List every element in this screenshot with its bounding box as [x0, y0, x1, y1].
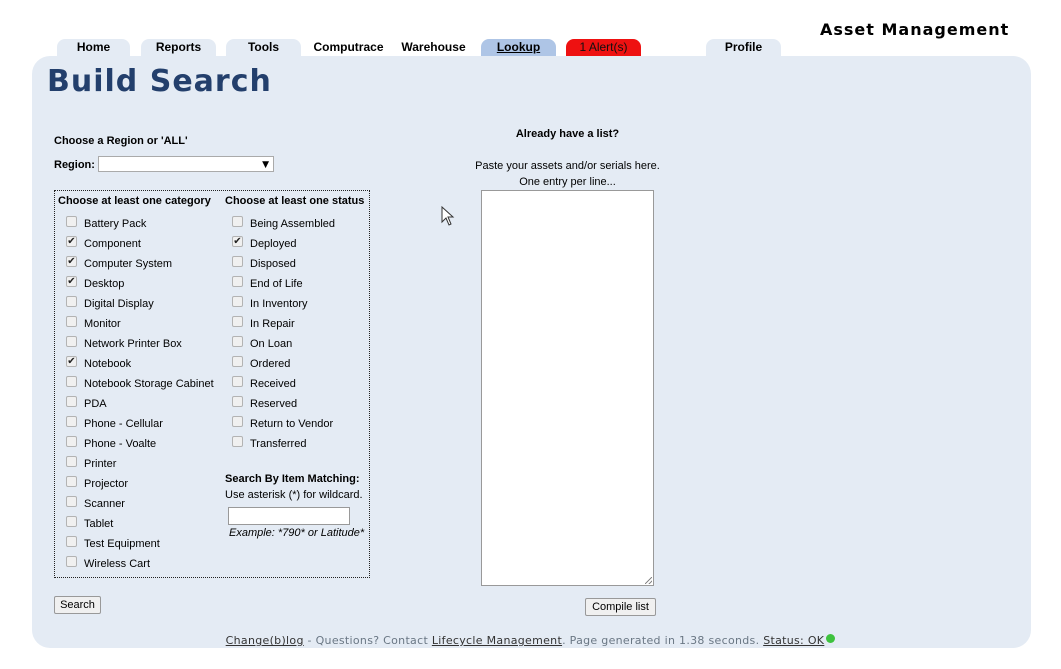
- category-label: Network Printer Box: [84, 338, 182, 350]
- category-label: Desktop: [84, 278, 125, 290]
- checkbox-unchecked-icon[interactable]: [66, 316, 77, 327]
- checkbox-unchecked-icon[interactable]: [66, 436, 77, 447]
- search-button[interactable]: Search: [54, 596, 101, 614]
- category-label: Monitor: [84, 318, 121, 330]
- checkbox-unchecked-icon[interactable]: [232, 256, 243, 267]
- page-title: Build Search: [47, 64, 272, 99]
- compile-list-button[interactable]: Compile list: [585, 598, 656, 616]
- status-label: In Inventory: [250, 298, 308, 310]
- contact-link[interactable]: Lifecycle Management: [432, 634, 562, 647]
- category-label: PDA: [84, 398, 107, 410]
- changelog-link[interactable]: Change(b)log: [226, 634, 304, 647]
- checkbox-checked-icon[interactable]: ✔: [232, 236, 243, 247]
- category-label: Phone - Voalte: [84, 438, 157, 450]
- status-label: End of Life: [250, 278, 303, 290]
- tab-alerts[interactable]: 1 Alert(s): [566, 39, 641, 56]
- checkbox-unchecked-icon[interactable]: [66, 336, 77, 347]
- category-label: Projector: [84, 478, 129, 490]
- tab-profile[interactable]: Profile: [706, 39, 781, 56]
- status-label: Received: [250, 378, 296, 390]
- checkbox-unchecked-icon[interactable]: [232, 436, 243, 447]
- checkbox-unchecked-icon[interactable]: [232, 316, 243, 327]
- mouse-cursor-icon: [441, 206, 455, 226]
- category-label: Printer: [84, 458, 117, 470]
- status-label: Disposed: [250, 258, 296, 270]
- checkbox-unchecked-icon[interactable]: [232, 276, 243, 287]
- tab-lookup[interactable]: Lookup: [481, 39, 556, 56]
- category-label: Wireless Cart: [84, 558, 151, 570]
- resize-handle-icon[interactable]: [645, 577, 652, 584]
- category-label: Tablet: [84, 518, 114, 530]
- checkbox-unchecked-icon[interactable]: [232, 296, 243, 307]
- status-label: Ordered: [250, 358, 291, 370]
- category-label: Battery Pack: [84, 218, 147, 230]
- checkbox-unchecked-icon[interactable]: [66, 216, 77, 227]
- checkbox-unchecked-icon[interactable]: [232, 376, 243, 387]
- region-label: Region:: [54, 159, 95, 171]
- region-prompt: Choose a Region or 'ALL': [54, 135, 188, 147]
- status-label: Transferred: [250, 438, 307, 450]
- footer-generated-text: . Page generated in 1.38 seconds.: [562, 634, 764, 647]
- tab-warehouse[interactable]: Warehouse: [396, 39, 471, 56]
- list-heading: Already have a list?: [515, 128, 620, 140]
- tab-tools[interactable]: Tools: [226, 39, 301, 56]
- status-ok-icon: [826, 634, 836, 643]
- checkbox-checked-icon[interactable]: ✔: [66, 256, 77, 267]
- checkbox-unchecked-icon[interactable]: [66, 556, 77, 567]
- asset-list-textarea[interactable]: [481, 190, 654, 586]
- category-label: Notebook Storage Cabinet: [84, 378, 214, 390]
- status-label: Being Assembled: [250, 218, 335, 230]
- checkbox-unchecked-icon[interactable]: [66, 416, 77, 427]
- category-label: Phone - Cellular: [84, 418, 163, 430]
- status-label: On Loan: [250, 338, 293, 350]
- status-heading: Choose at least one status: [225, 195, 365, 207]
- checkbox-unchecked-icon[interactable]: [66, 496, 77, 507]
- checkbox-unchecked-icon[interactable]: [232, 356, 243, 367]
- item-match-heading: Search By Item Matching:: [225, 473, 360, 485]
- category-label: Digital Display: [84, 298, 154, 310]
- status-label: Deployed: [250, 238, 297, 250]
- checkbox-unchecked-icon[interactable]: [66, 296, 77, 307]
- checkbox-unchecked-icon[interactable]: [66, 396, 77, 407]
- checkbox-checked-icon[interactable]: ✔: [66, 276, 77, 287]
- region-select[interactable]: ▼: [98, 156, 274, 172]
- checkbox-unchecked-icon[interactable]: [66, 536, 77, 547]
- status-link[interactable]: Status: OK: [763, 634, 824, 647]
- status-label: Reserved: [250, 398, 298, 410]
- tab-reports[interactable]: Reports: [141, 39, 216, 56]
- list-instructions-1: Paste your assets and/or serials here.: [475, 160, 660, 172]
- tab-computrace[interactable]: Computrace: [311, 39, 386, 56]
- checkbox-unchecked-icon[interactable]: [232, 396, 243, 407]
- checkbox-unchecked-icon[interactable]: [232, 336, 243, 347]
- checkbox-unchecked-icon[interactable]: [66, 476, 77, 487]
- category-label: Notebook: [84, 358, 132, 370]
- category-label: Test Equipment: [84, 538, 160, 550]
- checkbox-unchecked-icon[interactable]: [66, 376, 77, 387]
- category-label: Scanner: [84, 498, 125, 510]
- dropdown-arrow-icon: ▼: [262, 160, 269, 170]
- checkbox-unchecked-icon[interactable]: [66, 456, 77, 467]
- checkbox-checked-icon[interactable]: ✔: [66, 356, 77, 367]
- checkbox-unchecked-icon[interactable]: [232, 216, 243, 227]
- checkbox-unchecked-icon[interactable]: [232, 416, 243, 427]
- status-label: Return to Vendor: [250, 418, 334, 430]
- item-match-hint: Use asterisk (*) for wildcard.: [225, 489, 363, 501]
- item-match-example: Example: *790* or Latitude*: [229, 527, 365, 539]
- footer: Change(b)log - Questions? Contact Lifecy…: [0, 634, 1061, 647]
- app-title: Asset Management: [820, 20, 1010, 39]
- category-label: Component: [84, 238, 141, 250]
- item-match-input[interactable]: [228, 507, 350, 525]
- checkbox-checked-icon[interactable]: ✔: [66, 236, 77, 247]
- category-heading: Choose at least one category: [58, 195, 211, 207]
- checkbox-unchecked-icon[interactable]: [66, 516, 77, 527]
- list-instructions-2: One entry per line...: [519, 176, 616, 188]
- status-label: In Repair: [250, 318, 295, 330]
- tab-home[interactable]: Home: [57, 39, 130, 56]
- footer-questions-text: - Questions? Contact: [303, 634, 432, 647]
- category-label: Computer System: [84, 258, 173, 270]
